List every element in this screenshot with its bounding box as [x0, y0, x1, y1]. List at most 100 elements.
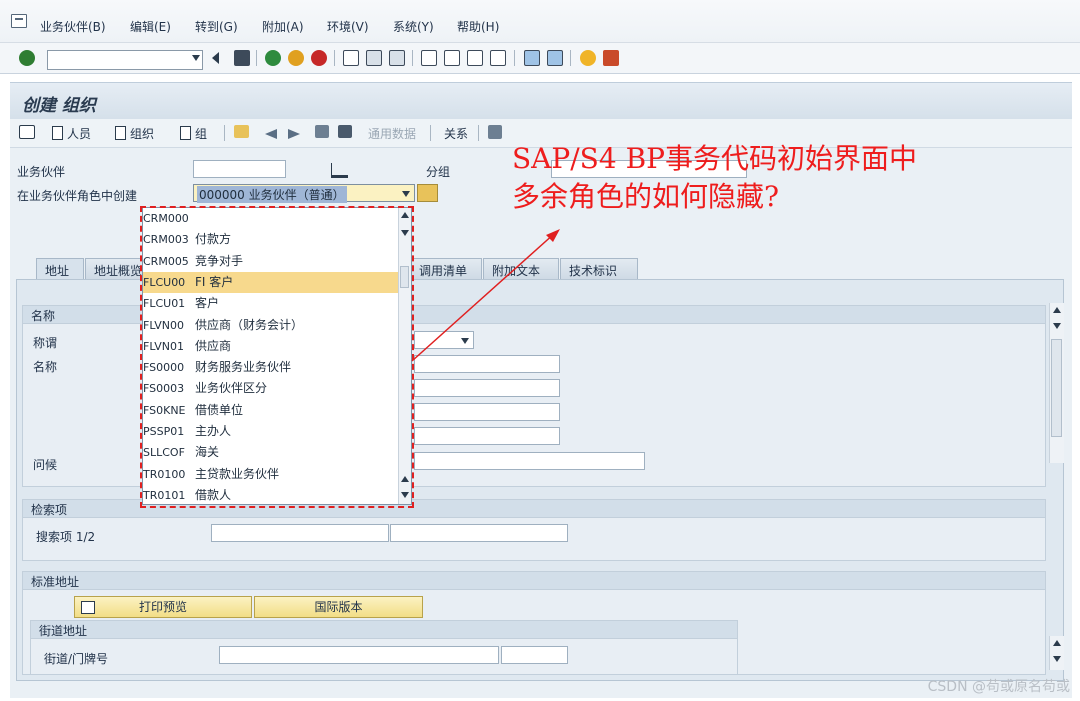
annotation-arrow — [411, 229, 560, 362]
toolbar-separator — [570, 50, 571, 66]
name-group-title: 名称 — [31, 309, 56, 323]
tab-address-overview[interactable]: 地址概览 — [85, 258, 145, 279]
street-address-title: 街道地址 — [39, 624, 88, 638]
next-page-icon[interactable] — [467, 50, 483, 66]
house-number-input[interactable] — [501, 646, 568, 664]
search-terms-title: 检索项 — [31, 503, 68, 517]
scroll-down-icon[interactable] — [1053, 656, 1061, 662]
toolbar-separator — [412, 50, 413, 66]
general-data-button[interactable]: 通用数据 — [368, 125, 416, 142]
international-version-button[interactable]: 国际版本 — [254, 596, 423, 618]
title-bar: 创建 组织 — [10, 82, 1072, 120]
scroll-thumb[interactable] — [1051, 339, 1062, 437]
search-term-1-input[interactable] — [211, 524, 389, 542]
toolbar-separator — [430, 125, 431, 141]
street-label: 街道/门牌号 — [44, 652, 109, 666]
command-field[interactable] — [47, 50, 203, 70]
shortcut-icon[interactable] — [547, 50, 563, 66]
arrow-right-icon[interactable] — [288, 129, 300, 139]
toolbar-separator — [514, 50, 515, 66]
help-icon[interactable] — [580, 50, 596, 66]
scroll-up-icon[interactable] — [1053, 640, 1061, 646]
search-term-2-input[interactable] — [390, 524, 568, 542]
arrow-left-icon[interactable] — [265, 129, 277, 139]
customize-layout-icon[interactable] — [603, 50, 619, 66]
business-partner-input[interactable] — [193, 160, 286, 178]
menu-system[interactable]: 系统(Y) — [393, 18, 434, 35]
greeting-input[interactable] — [414, 452, 645, 470]
watermark: CSDN @苟或原名苟或 — [927, 679, 1070, 695]
enter-check-icon[interactable] — [19, 50, 35, 66]
new-session-icon[interactable] — [524, 50, 540, 66]
exit-icon[interactable] — [288, 50, 304, 66]
first-page-icon[interactable] — [421, 50, 437, 66]
toolbar-separator — [334, 50, 335, 66]
name-label: 名称 — [33, 360, 58, 374]
street-input[interactable] — [219, 646, 499, 664]
print-icon[interactable] — [343, 50, 359, 66]
hierarchy-icon[interactable] — [338, 125, 352, 138]
role-help-icon[interactable] — [417, 184, 438, 202]
lower-scrollbar[interactable] — [1049, 636, 1064, 670]
clipboard-icon[interactable] — [488, 125, 502, 139]
cancel-icon[interactable] — [311, 50, 327, 66]
menu-edit[interactable]: 编辑(E) — [130, 18, 171, 35]
grouping-label: 分组 — [426, 165, 451, 179]
document-icon — [52, 126, 63, 140]
find-icon[interactable] — [366, 50, 382, 66]
group-label: 组 — [195, 127, 208, 141]
document-icon — [115, 126, 126, 140]
name-input-2[interactable] — [414, 379, 560, 397]
highlight-outline — [140, 206, 414, 508]
save-icon[interactable] — [234, 50, 250, 66]
menu-business-partner[interactable]: 业务伙伴(B) — [40, 18, 106, 35]
tab-address[interactable]: 地址 — [36, 258, 84, 279]
system-menu-icon[interactable] — [11, 14, 27, 28]
annotation-line-1: SAP/S4 BP事务代码初始界面中 — [512, 142, 917, 175]
document-icon — [180, 126, 191, 140]
person-button[interactable]: 人员 — [52, 125, 91, 142]
greeting-label: 问候 — [33, 458, 58, 472]
back-icon[interactable] — [265, 50, 281, 66]
page-title: 创建 组织 — [22, 96, 96, 116]
scroll-up-icon[interactable] — [1053, 307, 1061, 313]
switch-icon[interactable] — [315, 125, 329, 138]
group-button[interactable]: 组 — [180, 125, 207, 142]
toolbar-separator — [256, 50, 257, 66]
role-dropdown-icon[interactable] — [402, 191, 410, 197]
person-label: 人员 — [67, 127, 92, 141]
menu-environment[interactable]: 环境(V) — [327, 18, 369, 35]
find-next-icon[interactable] — [389, 50, 405, 66]
toolbar-separator — [478, 125, 479, 141]
form-scrollbar[interactable] — [1049, 303, 1064, 463]
last-page-icon[interactable] — [490, 50, 506, 66]
annotation-arrow-line — [411, 232, 556, 362]
menu-help[interactable]: 帮助(H) — [457, 18, 499, 35]
name-input-4[interactable] — [414, 427, 560, 445]
command-dropdown-icon[interactable] — [192, 55, 200, 61]
back-arrow-icon[interactable] — [212, 52, 219, 64]
open-folder-icon[interactable] — [234, 125, 249, 138]
factory-icon[interactable] — [331, 163, 348, 178]
print-preview-button[interactable]: 打印预览 — [74, 596, 252, 618]
organization-button[interactable]: 组织 — [115, 125, 154, 142]
tab-technical-id[interactable]: 技术标识 — [560, 258, 638, 279]
street-address-header: 街道地址 — [31, 621, 737, 639]
scroll-down-icon[interactable] — [1053, 323, 1061, 329]
relations-button[interactable]: 关系 — [444, 125, 468, 142]
role-select[interactable]: 000000 业务伙伴（普通） — [193, 184, 415, 203]
name-input-3[interactable] — [414, 403, 560, 421]
menu-extras[interactable]: 附加(A) — [262, 18, 304, 35]
role-select-value: 000000 业务伙伴（普通） — [197, 186, 347, 203]
previous-page-icon[interactable] — [444, 50, 460, 66]
salutation-label: 称谓 — [33, 336, 58, 350]
organization-label: 组织 — [130, 127, 155, 141]
overview-icon[interactable] — [19, 125, 35, 139]
printer-icon — [81, 601, 95, 614]
role-label: 在业务伙伴角色中创建 — [17, 189, 138, 203]
business-partner-label: 业务伙伴 — [17, 165, 66, 179]
standard-address-header: 标准地址 — [23, 572, 1045, 590]
menu-goto[interactable]: 转到(G) — [195, 18, 238, 35]
toolbar-separator — [224, 125, 225, 141]
search-term-label: 搜索项 1/2 — [36, 530, 96, 544]
